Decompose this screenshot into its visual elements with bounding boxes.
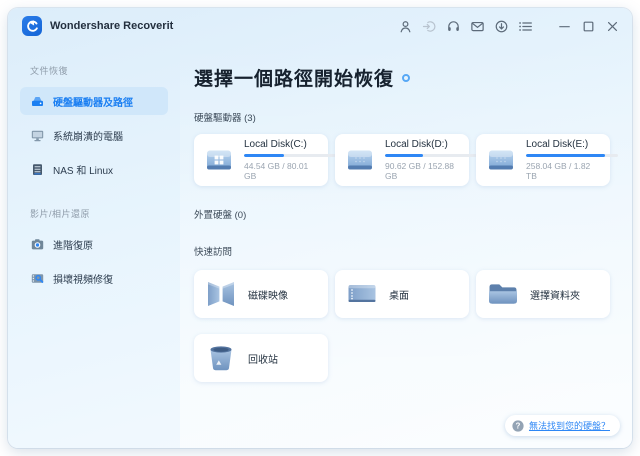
video-repair-icon (30, 271, 45, 286)
help-link: 無法找到您的硬盤？ (529, 419, 610, 432)
sidebar-section-photo-video: 影片/相片還原 (30, 207, 168, 220)
nas-server-icon (30, 162, 45, 177)
quick-access-label: 快速訪問 (194, 244, 632, 258)
desktop-icon (345, 279, 379, 309)
drive-size: 44.54 GB / 80.01 GB (244, 161, 318, 181)
sidebar-item-enhanced-recovery[interactable]: 進階復原 (20, 230, 168, 258)
quick-card-label: 選擇資料夾 (530, 287, 580, 302)
sidebar-item-drives-and-paths[interactable]: 硬盤驅動器及路徑 (20, 87, 168, 115)
sidebar-item-crashed-computer[interactable]: 系統崩潰的電腦 (20, 121, 168, 149)
user-icon[interactable] (398, 19, 413, 34)
app-window: Wondershare Recoverit (8, 8, 632, 448)
app-title: Wondershare Recoverit (50, 20, 173, 32)
headset-icon[interactable] (446, 19, 461, 34)
drive-name: Local Disk(C:) (244, 139, 318, 150)
update-icon[interactable] (494, 19, 509, 34)
drives-section-label: 硬盤驅動器 (3) (194, 110, 632, 124)
minimize-button[interactable] (557, 19, 572, 34)
info-dot-icon[interactable] (402, 74, 410, 82)
drive-name: Local Disk(D:) (385, 139, 459, 150)
disk-image-icon (204, 279, 238, 309)
svg-text:?: ? (516, 421, 521, 430)
computer-icon (30, 128, 45, 143)
drive-usage-bar (526, 154, 618, 158)
sidebar-item-label: NAS 和 Linux (53, 162, 113, 177)
menu-icon[interactable] (518, 19, 533, 34)
drive-card-c[interactable]: Local Disk(C:) 44.54 GB / 80.01 GB (194, 134, 328, 186)
drive-name: Local Disk(E:) (526, 139, 600, 150)
main-panel: 選擇一個路徑開始恢復 硬盤驅動器 (3) Local Disk(C:) (180, 44, 632, 448)
maximize-button[interactable] (581, 19, 596, 34)
page-title: 選擇一個路徑開始恢復 (194, 64, 394, 91)
drive-card-d[interactable]: Local Disk(D:) 90.62 GB / 152.88 GB (335, 134, 469, 186)
close-button[interactable] (605, 19, 620, 34)
disk-c-icon (204, 147, 234, 173)
quick-access-grid: 磁碟映像 桌面 選擇資料夾 (194, 270, 632, 382)
disk-d-icon (345, 147, 375, 173)
quick-card-label: 回收站 (248, 351, 278, 366)
recycle-bin-icon (204, 343, 238, 373)
sidebar-item-label: 硬盤驅動器及路徑 (53, 94, 133, 109)
camera-icon (30, 237, 45, 252)
help-pill[interactable]: ? 無法找到您的硬盤？ (505, 415, 620, 436)
disk-e-icon (486, 147, 516, 173)
title-bar: Wondershare Recoverit (8, 8, 632, 44)
sidebar: 文件恢復 硬盤驅動器及路徑 系統崩潰的電腦 (8, 44, 180, 448)
drive-usage-bar (244, 154, 336, 158)
quick-card-select-folder[interactable]: 選擇資料夾 (476, 270, 610, 318)
sidebar-item-nas-linux[interactable]: NAS 和 Linux (20, 155, 168, 183)
mail-icon[interactable] (470, 19, 485, 34)
quick-card-label: 磁碟映像 (248, 287, 288, 302)
sidebar-item-video-repair[interactable]: 損壞視頻修復 (20, 264, 168, 292)
drives-grid: Local Disk(C:) 44.54 GB / 80.01 GB (194, 134, 632, 186)
quick-card-recycle-bin[interactable]: 回收站 (194, 334, 328, 382)
folder-icon (486, 279, 520, 309)
signin-icon[interactable] (422, 19, 437, 34)
drive-size: 258.04 GB / 1.82 TB (526, 161, 600, 181)
sidebar-item-label: 進階復原 (53, 237, 93, 252)
sidebar-section-file-recovery: 文件恢復 (30, 64, 168, 77)
hard-drive-icon (30, 94, 45, 109)
drive-card-e[interactable]: Local Disk(E:) 258.04 GB / 1.82 TB (476, 134, 610, 186)
external-section-label: 外置硬盤 (0) (194, 207, 632, 221)
sidebar-item-label: 系統崩潰的電腦 (53, 128, 123, 143)
drive-usage-bar (385, 154, 477, 158)
recoverit-logo-icon (22, 16, 42, 36)
quick-card-desktop[interactable]: 桌面 (335, 270, 469, 318)
drive-size: 90.62 GB / 152.88 GB (385, 161, 459, 181)
question-icon: ? (512, 420, 524, 432)
sidebar-item-label: 損壞視頻修復 (53, 271, 113, 286)
quick-card-label: 桌面 (389, 287, 409, 302)
quick-card-disk-image[interactable]: 磁碟映像 (194, 270, 328, 318)
